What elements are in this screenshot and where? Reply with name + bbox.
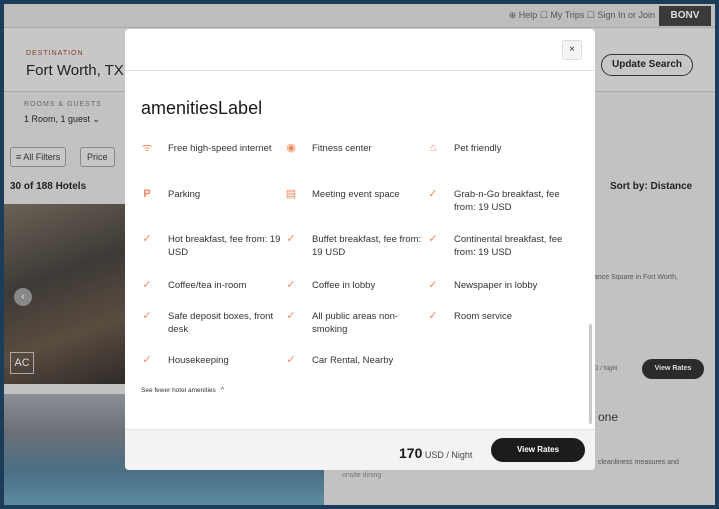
divider [125, 70, 595, 71]
amenity-label: Car Rental, Nearby [312, 355, 394, 366]
amenity-label: All public areas non-smoking [312, 311, 399, 335]
view-rates-button[interactable]: View Rates [491, 438, 585, 462]
amenities-modal: × amenitiesLabel ᯤ Free high-speed intern… [125, 29, 595, 470]
pet-icon: ⌂ [429, 142, 437, 154]
check-icon: ✓ [142, 354, 152, 366]
amenity-label: Hot breakfast, fee from: 19 USD [168, 234, 281, 258]
amenity-label: Buffet breakfast, fee from: 19 USD [312, 234, 422, 258]
hotel-count: 30 of 188 Hotels [10, 181, 87, 192]
check-icon: ✓ [142, 279, 152, 291]
modal-footer: 170 USD / Night View Rates [125, 429, 595, 470]
rooms-value[interactable]: 1 Room, 1 guest ⌄ [24, 114, 100, 125]
amenity-label: Parking [168, 189, 201, 200]
amenity-label: Free high-speed internet [168, 143, 272, 154]
amenity-label: Fitness center [312, 143, 372, 154]
card-description: ance Square in Fort Worth, [594, 274, 678, 281]
close-icon[interactable]: × [562, 40, 582, 60]
amenity-label: Housekeeping [168, 355, 229, 366]
wifi-icon: ᯤ [141, 142, 153, 154]
fitness-icon: ◉ [286, 142, 296, 154]
price-suffix: USD / Night [424, 450, 473, 460]
chevron-up-icon: ^ [220, 387, 225, 394]
amenity-label: Pet friendly [454, 143, 502, 154]
amenity-label: Continental breakfast, fee from: 19 USD [454, 234, 563, 258]
card-view-rates-button[interactable]: View Rates [642, 359, 704, 379]
check-icon: ✓ [428, 233, 438, 245]
hotel-image[interactable]: ‹ AC [4, 204, 125, 384]
modal-title: amenitiesLabel [141, 98, 263, 118]
see-fewer-link[interactable]: See fewer hotel amenities ^ [141, 387, 224, 394]
brand-logo[interactable]: BONV [659, 6, 711, 26]
update-search-button[interactable]: Update Search [601, 54, 693, 76]
top-links[interactable]: ⊕ Help ☐ My Trips ☐ Sign In or Join [509, 10, 655, 21]
destination-value[interactable]: Fort Worth, TX, [26, 62, 128, 79]
card-title[interactable]: one [598, 410, 618, 424]
amenity-label: Room service [454, 311, 513, 322]
check-icon: ✓ [286, 279, 296, 291]
card-description-2: cleanliness measures and [598, 459, 679, 466]
amenity-label: Coffee/tea in-room [168, 280, 247, 291]
amenity-label: Safe deposit boxes, front desk [168, 311, 274, 335]
see-fewer-label: See fewer hotel amenities [141, 387, 216, 394]
scrollbar[interactable] [589, 324, 592, 424]
browser-viewport: ⊕ Help ☐ My Trips ☐ Sign In or Join BONV… [4, 4, 715, 505]
check-icon: ✓ [142, 233, 152, 245]
price-amount: 170 [399, 445, 423, 461]
rooms-label: ROOMS & GUESTS [24, 101, 102, 108]
amenity-label: Newspaper in lobby [454, 280, 538, 291]
meeting-icon: ▤ [285, 188, 297, 200]
parking-icon: P [143, 188, 151, 200]
check-icon: ✓ [428, 310, 438, 322]
check-icon: ✓ [428, 188, 438, 200]
chevron-left-icon[interactable]: ‹ [14, 288, 32, 306]
check-icon: ✓ [428, 279, 438, 291]
check-icon: ✓ [286, 233, 296, 245]
price-line: 170 USD / Night [399, 445, 472, 461]
amenity-label: Grab-n-Go breakfast, fee from: 19 USD [454, 189, 560, 213]
all-filters-button[interactable]: ≡ All Filters [10, 147, 67, 167]
card-price-suffix: D / Night [594, 366, 618, 372]
check-icon: ✓ [142, 310, 152, 322]
check-icon: ✓ [286, 310, 296, 322]
sort-dropdown[interactable]: Sort by: Distance [610, 181, 692, 192]
price-filter-button[interactable]: Price [80, 147, 115, 167]
amenity-label: Meeting event space [312, 189, 400, 200]
amenity-label: Coffee in lobby [312, 280, 376, 291]
check-icon: ✓ [286, 354, 296, 366]
onsite-dining-text: onsite dining [342, 472, 382, 479]
ac-logo: AC [10, 352, 34, 374]
destination-label: DESTINATION [26, 50, 84, 57]
